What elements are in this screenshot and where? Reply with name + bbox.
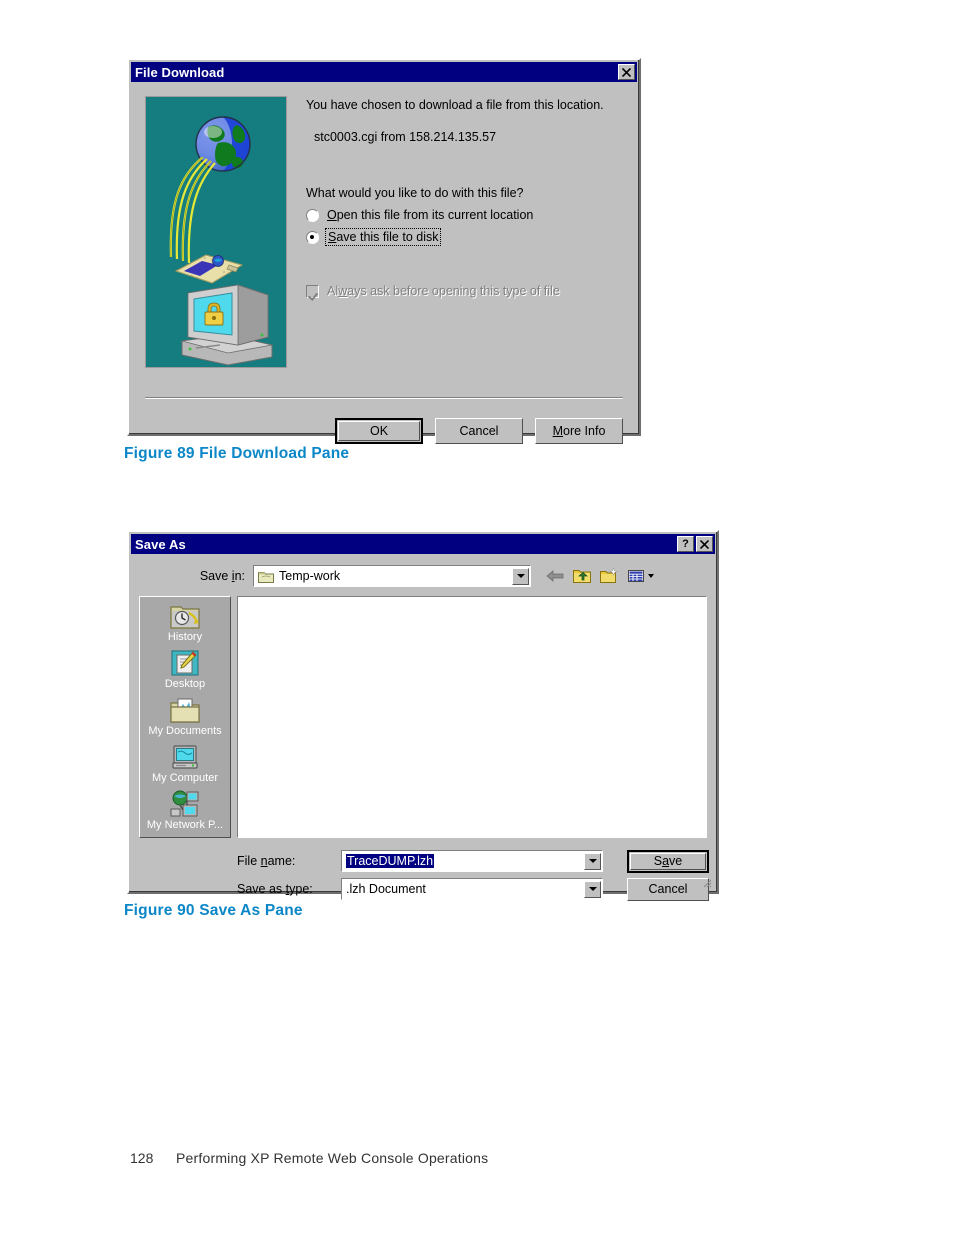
cancel-button[interactable]: Cancel [627, 877, 709, 901]
sidebar-label-desktop: Desktop [164, 678, 206, 690]
radio-label-save: Save this file to disk [324, 228, 442, 246]
radio-icon-save[interactable] [306, 230, 319, 244]
save-as-title: Save As [135, 536, 186, 552]
file-list-area[interactable] [237, 596, 707, 838]
my-computer-icon [172, 745, 198, 769]
save-as-dialog: Save As ? Save in: Temp-work History Des… [127, 530, 719, 901]
file-download-titlebar[interactable]: File Download [131, 62, 637, 82]
close-icon[interactable] [618, 64, 635, 80]
save-button[interactable]: Save [627, 849, 709, 873]
chevron-down-icon[interactable] [584, 880, 601, 898]
radio-save-to-disk[interactable]: Save this file to disk [306, 228, 627, 246]
more-info-button[interactable]: More Info [535, 418, 623, 444]
save-as-type-label: Save as type: [237, 882, 313, 896]
download-illustration [145, 96, 287, 368]
page-footer: 128 Performing XP Remote Web Console Ope… [130, 1150, 488, 1166]
history-icon [170, 606, 200, 629]
desktop-icon [171, 650, 199, 676]
footer-chapter-title: Performing XP Remote Web Console Operati… [176, 1150, 489, 1166]
file-download-body: You have chosen to download a file from … [131, 84, 637, 444]
radio-icon-open[interactable] [306, 208, 319, 222]
folder-icon [258, 571, 274, 583]
ok-button[interactable]: OK [335, 418, 423, 444]
views-button[interactable] [626, 567, 654, 585]
save-in-combobox[interactable]: Temp-work [253, 565, 531, 587]
sidebar-item-history[interactable]: History [140, 601, 230, 648]
file-download-text-column: You have chosen to download a file from … [306, 98, 627, 298]
views-icon [628, 570, 644, 582]
file-download-dialog: File Download You have chosen to downloa… [127, 58, 641, 444]
new-folder-icon[interactable] [599, 567, 619, 585]
checkbox-always-ask: Always ask before opening this type of f… [306, 284, 627, 298]
save-as-body: Save in: Temp-work History Desktop My Do… [131, 556, 715, 901]
resize-grip[interactable] [700, 876, 712, 888]
save-in-row: Save in: Temp-work [131, 564, 707, 588]
sidebar-item-my-computer[interactable]: My Computer [140, 742, 230, 789]
sidebar-item-desktop[interactable]: Desktop [140, 648, 230, 695]
save-as-toolbar [545, 567, 654, 585]
save-as-type-value: .lzh Document [346, 882, 426, 896]
my-documents-icon [170, 698, 200, 723]
sidebar-label-my-network-places: My Network P... [146, 819, 224, 831]
file-name-value-wrap: TraceDUMP.lzh [343, 854, 584, 868]
radio-label-open: Open this file from its current location [327, 208, 534, 222]
back-icon[interactable] [545, 567, 565, 585]
cancel-button[interactable]: Cancel [435, 418, 523, 444]
chevron-down-icon[interactable] [584, 852, 601, 870]
download-source: stc0003.cgi from 158.214.135.57 [314, 130, 497, 144]
sidebar-label-my-documents: My Documents [148, 725, 222, 737]
close-icon[interactable] [696, 536, 713, 552]
file-download-button-row: OK Cancel More Info [335, 418, 623, 444]
save-in-value-wrap: Temp-work [255, 569, 512, 583]
file-name-label: File name: [237, 854, 296, 868]
file-name-combobox[interactable]: TraceDUMP.lzh [341, 850, 603, 872]
file-name-input[interactable]: TraceDUMP.lzh [346, 854, 435, 868]
save-in-label: Save in: [199, 569, 245, 583]
radio-open-from-location[interactable]: Open this file from its current location [306, 208, 627, 222]
sidebar-item-my-network-places[interactable]: My Network P... [140, 789, 230, 836]
save-as-type-combobox[interactable]: .lzh Document [341, 878, 603, 900]
sidebar-label-my-computer: My Computer [151, 772, 219, 784]
chevron-down-icon[interactable] [512, 567, 529, 585]
save-in-value: Temp-work [279, 569, 341, 583]
file-download-title: File Download [135, 64, 225, 80]
download-question: What would you like to do with this file… [306, 186, 524, 200]
dialog-separator [145, 397, 623, 399]
sidebar-label-history: History [167, 631, 203, 643]
up-one-level-icon[interactable] [572, 567, 592, 585]
checkbox-label-always-ask: Always ask before opening this type of f… [327, 284, 560, 298]
save-as-titlebar[interactable]: Save As ? [131, 534, 715, 554]
checkbox-icon-always-ask [306, 284, 319, 298]
document-page: File Download You have chosen to downloa… [0, 0, 954, 1235]
help-icon[interactable]: ? [677, 536, 694, 552]
chevron-down-icon[interactable] [648, 574, 654, 578]
figure-caption-89: Figure 89 File Download Pane [124, 445, 350, 462]
page-number: 128 [130, 1150, 154, 1166]
figure-caption-90: Figure 90 Save As Pane [124, 902, 303, 919]
sidebar-item-my-documents[interactable]: My Documents [140, 695, 230, 742]
places-bar: History Desktop My Documents My Computer… [139, 596, 231, 838]
file-name-row: File name: TraceDUMP.lzh Save [237, 849, 709, 873]
save-as-type-row: Save as type: .lzh Document Cancel [237, 877, 709, 901]
my-network-places-icon [170, 790, 199, 817]
download-description: You have chosen to download a file from … [306, 98, 604, 112]
